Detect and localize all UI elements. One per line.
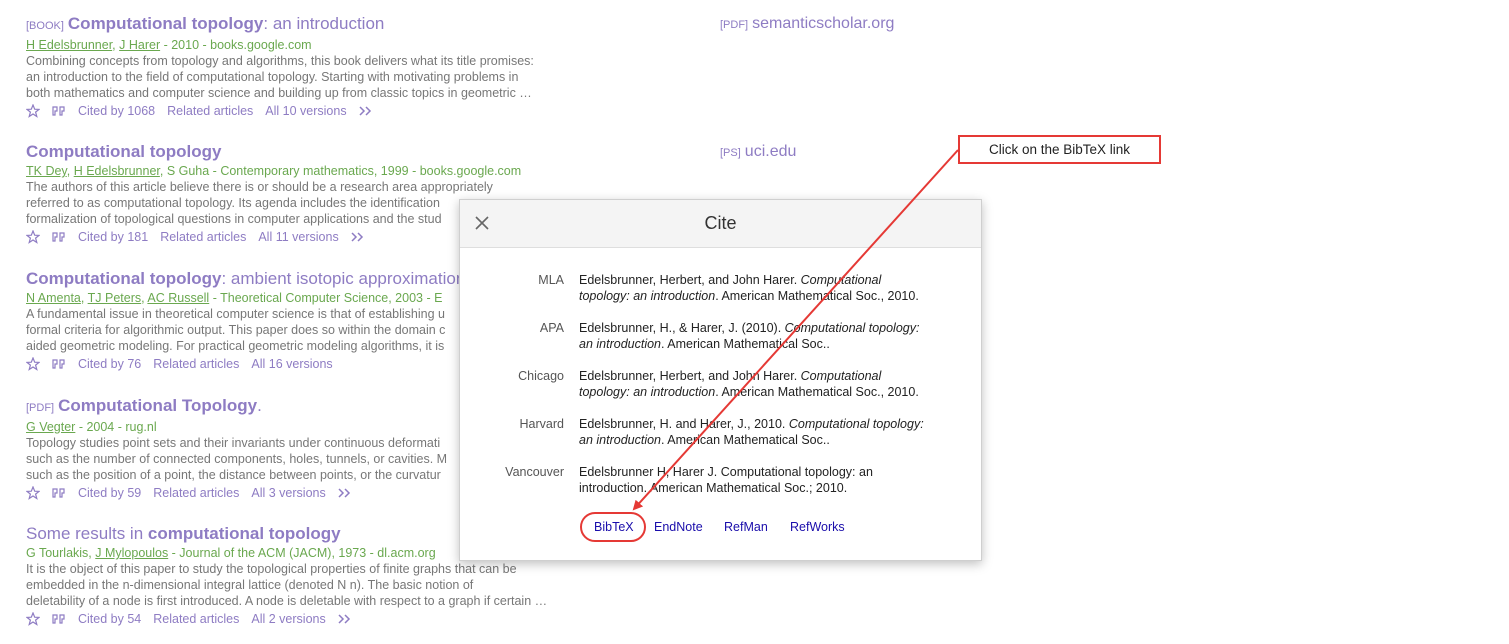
annotation-arrow xyxy=(632,149,959,511)
annotation-callout: Click on the BibTeX link xyxy=(958,135,1161,164)
